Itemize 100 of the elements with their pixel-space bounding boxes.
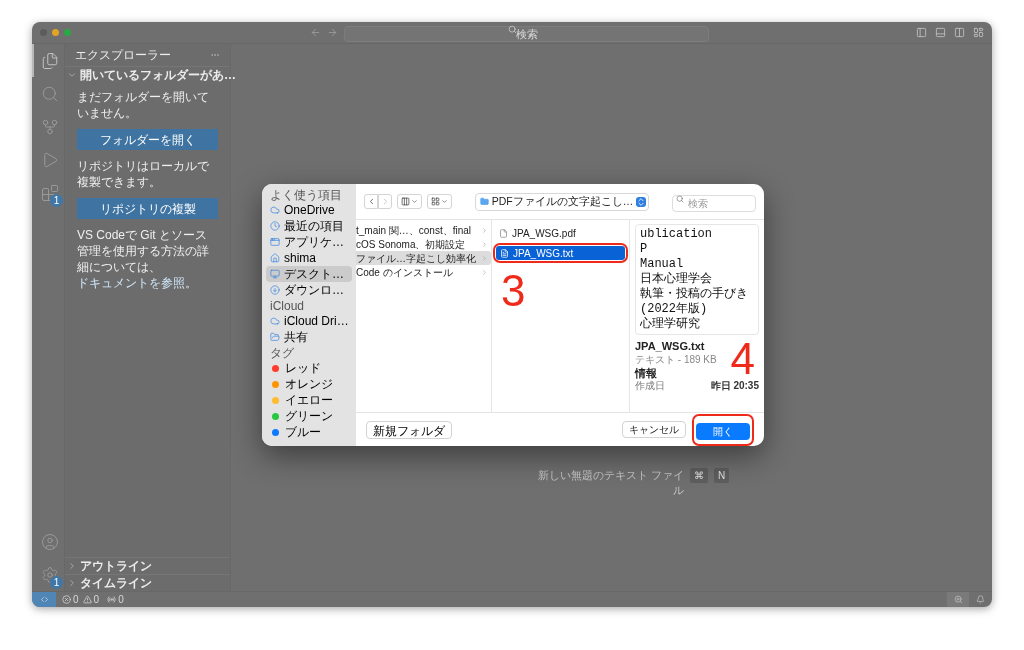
item-label: グリーン [285, 409, 333, 423]
caret-icon [411, 198, 418, 205]
clone-button[interactable]: リポジトリの複製 [77, 198, 218, 219]
zoom-button[interactable] [947, 592, 969, 607]
folder-row[interactable]: Code のインストール [356, 265, 491, 279]
monitor-icon [270, 269, 280, 279]
columns-icon [401, 197, 410, 206]
folder-row[interactable]: cOS Sonoma、初期設定 [356, 237, 491, 251]
help-text: VS Codeで Git とソース管理を使用する方法の詳細については、 ドキュメントを参照。 [77, 227, 210, 291]
location-popup[interactable]: PDFファイルの文字起こし… [474, 192, 650, 211]
caret-icon [441, 198, 448, 205]
sidebar-item[interactable]: イエロー [266, 392, 352, 408]
file-name: JPA_WSG.pdf [512, 226, 576, 240]
search-field[interactable]: 検索 [672, 194, 756, 212]
open-button[interactable]: 開く [696, 422, 750, 440]
search-icon [676, 194, 684, 203]
item-label: shima [284, 251, 316, 265]
file-row[interactable]: JPA_WSG.txt [496, 246, 625, 260]
preview-line: 日本心理学会 [640, 272, 712, 287]
antenna-icon [107, 595, 117, 604]
sidebar-heading: iCloud [269, 299, 306, 313]
annotation-number: 4 [730, 339, 755, 379]
forward-button[interactable] [378, 194, 392, 209]
account-icon [40, 532, 59, 551]
docs-link[interactable]: ドキュメントを参照 [77, 276, 185, 290]
sidebar-toggle-icon[interactable] [916, 27, 927, 38]
annotation-number: 3 [500, 265, 526, 313]
shortcut-hint: 新しい無題のテキスト ファイル [536, 468, 684, 498]
clock-icon [270, 221, 280, 231]
sidebar-item[interactable]: OneDrive [266, 202, 352, 218]
split-layout-icon[interactable] [954, 27, 965, 38]
info-label: 作成日 [635, 380, 665, 392]
section-title: タイムライン [80, 575, 152, 592]
sidebar-heading: タグ [269, 346, 295, 360]
preview-line: P [640, 242, 648, 257]
stepper-icon [636, 196, 647, 207]
column-view-button[interactable] [397, 194, 422, 209]
group-button[interactable] [427, 194, 452, 209]
preview-line: 心理学研究 [640, 317, 700, 332]
sidebar-item[interactable]: レッド [266, 360, 352, 376]
item-label: オレンジ [285, 377, 333, 391]
zoom-window-button[interactable] [64, 29, 71, 36]
cloud-icon [270, 316, 280, 326]
section-title: 開いているフォルダーがあ… [80, 67, 236, 84]
notifications-icon[interactable] [976, 595, 985, 604]
item-label: ダウンロ… [284, 283, 344, 297]
section-header[interactable]: アウトライン [65, 557, 230, 574]
search-icon [40, 84, 59, 103]
section-header[interactable]: タイムライン [65, 574, 230, 591]
problems-status[interactable]: 0 0 [62, 592, 100, 607]
command-search-field[interactable]: 検索 [344, 25, 709, 42]
home-icon [270, 253, 280, 263]
clone-message: リポジトリはローカルで複製できます。 [77, 158, 210, 190]
file-row[interactable]: JPA_WSG.pdf [495, 226, 626, 240]
document-icon [500, 248, 509, 258]
minimize-window-button[interactable] [52, 29, 59, 36]
sidebar-heading: よく使う項目 [269, 188, 343, 202]
back-button[interactable] [364, 194, 378, 209]
folder-name: cOS Sonoma、初期設定 [356, 237, 467, 251]
key-cap: ⌘ [689, 468, 708, 483]
forward-icon[interactable] [327, 27, 338, 38]
file-name: JPA_WSG.txt [513, 246, 574, 260]
activity-item[interactable]: 1 [32, 558, 65, 591]
back-icon[interactable] [310, 27, 321, 38]
folder-name: Code のインストール [356, 265, 454, 279]
sidebar-item[interactable]: iCloud Dri… [266, 313, 352, 329]
folder-icon [479, 197, 489, 206]
badge: 1 [50, 576, 63, 589]
branch-icon [40, 117, 59, 136]
activity-item[interactable]: 1 [32, 176, 65, 209]
item-label: アプリケ… [284, 235, 344, 249]
sidebar-item[interactable]: shima [266, 250, 352, 266]
sidebar-item[interactable]: 共有 [266, 329, 352, 345]
blocks-icon [40, 183, 59, 202]
download-icon [270, 285, 280, 295]
item-label: ブルー [285, 425, 321, 439]
sidebar-item[interactable]: ダウンロ… [266, 282, 352, 298]
folder-icon [270, 332, 280, 342]
sidebar-item[interactable]: デスクト… [266, 266, 352, 282]
sidebar-item[interactable]: オレンジ [266, 376, 352, 392]
warning-icon [82, 595, 92, 604]
app-icon [270, 237, 280, 247]
sidebar-item[interactable]: ブルー [266, 424, 352, 440]
item-label: iCloud Dri… [284, 314, 349, 328]
panel-toggle-icon[interactable] [935, 27, 946, 38]
sidebar-item[interactable]: アプリケ… [266, 234, 352, 250]
item-label: イエロー [285, 393, 333, 407]
sidebar-item[interactable]: 最近の項目 [266, 218, 352, 234]
key-cap: N [713, 468, 730, 483]
remote-button[interactable] [32, 592, 56, 607]
location-label: PDFファイルの文字起こし… [491, 195, 634, 208]
cancel-button[interactable]: キャンセル [622, 421, 686, 438]
open-folder-button[interactable]: フォルダーを開く [77, 129, 218, 150]
error-icon [62, 595, 71, 604]
new-folder-button[interactable]: 新規フォルダ [366, 420, 452, 439]
file-title: JPA_WSG.txt [635, 339, 705, 353]
sidebar-item[interactable]: グリーン [266, 408, 352, 424]
preview-line: (2022年版) [640, 302, 708, 317]
layout-icon[interactable] [973, 27, 984, 38]
ports-status[interactable]: 0 [107, 592, 124, 607]
